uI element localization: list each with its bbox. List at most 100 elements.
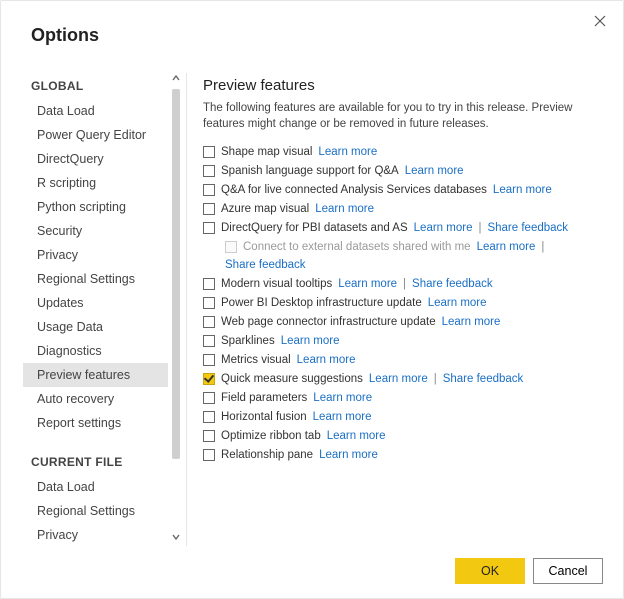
feature-row-modern-tooltips: Modern visual tooltips Learn more | Share f… xyxy=(203,274,605,293)
share-feedback-link[interactable]: Share feedback xyxy=(443,373,524,385)
checkbox-connect-external xyxy=(225,241,237,253)
cancel-button[interactable]: Cancel xyxy=(533,558,603,584)
ok-button[interactable]: OK xyxy=(455,558,525,584)
learn-more-link[interactable]: Learn more xyxy=(313,392,372,404)
checkbox-dq-pbi-as[interactable] xyxy=(203,222,215,234)
feature-label: DirectQuery for PBI datasets and AS xyxy=(221,222,408,234)
share-feedback-link[interactable]: Share feedback xyxy=(487,222,568,234)
sidebar-scrollbar[interactable] xyxy=(170,73,182,546)
feature-row-web-page-connector: Web page connector infrastructure update… xyxy=(203,312,605,331)
feature-row-spanish-qa: Spanish language support for Q&A Learn mo… xyxy=(203,161,605,180)
learn-more-link[interactable]: Learn more xyxy=(327,430,386,442)
content-panel: Preview features The following features … xyxy=(187,73,609,546)
feature-label: Sparklines xyxy=(221,335,275,347)
feature-row-metrics-visual: Metrics visualLearn more xyxy=(203,350,605,369)
feature-row-quick-measure: Quick measure suggestions Learn more | Shar… xyxy=(203,369,605,388)
learn-more-link[interactable]: Learn more xyxy=(319,449,378,461)
learn-more-link[interactable]: Learn more xyxy=(405,165,464,177)
checkbox-field-parameters[interactable] xyxy=(203,392,215,404)
checkbox-azure-map[interactable] xyxy=(203,203,215,215)
close-icon xyxy=(594,15,606,27)
learn-more-link[interactable]: Learn more xyxy=(338,278,397,290)
sidebar-item-regional-settings[interactable]: Regional Settings xyxy=(23,267,168,291)
learn-more-link[interactable]: Learn more xyxy=(315,203,374,215)
dialog-body: GLOBALData LoadPower Query EditorDirectQ… xyxy=(23,73,609,546)
feature-label: Relationship pane xyxy=(221,449,313,461)
separator: | xyxy=(478,222,481,234)
sidebar-group-header-global: GLOBAL xyxy=(23,73,168,99)
sidebar-group-header-current-file: CURRENT FILE xyxy=(23,449,168,475)
feature-label: Quick measure suggestions xyxy=(221,373,363,385)
sidebar-item-cf-data-load[interactable]: Data Load xyxy=(23,475,168,499)
panel-title: Preview features xyxy=(203,77,605,94)
close-button[interactable] xyxy=(591,13,609,31)
checkbox-spanish-qa[interactable] xyxy=(203,165,215,177)
learn-more-link[interactable]: Learn more xyxy=(477,241,536,253)
feature-row-dq-pbi-as: DirectQuery for PBI datasets and AS Learn… xyxy=(203,218,605,237)
sidebar-item-report-settings[interactable]: Report settings xyxy=(23,411,168,435)
feature-row-connect-external: Connect to external datasets shared with… xyxy=(203,237,605,274)
feature-row-field-parameters: Field parametersLearn more xyxy=(203,388,605,407)
feature-label: Spanish language support for Q&A xyxy=(221,165,399,177)
checkbox-web-page-connector[interactable] xyxy=(203,316,215,328)
learn-more-link[interactable]: Learn more xyxy=(442,316,501,328)
learn-more-link[interactable]: Learn more xyxy=(281,335,340,347)
sidebar-item-diagnostics[interactable]: Diagnostics xyxy=(23,339,168,363)
scroll-down-icon[interactable] xyxy=(170,532,182,546)
share-feedback-link[interactable]: Share feedback xyxy=(412,278,493,290)
checkbox-horizontal-fusion[interactable] xyxy=(203,411,215,423)
learn-more-link[interactable]: Learn more xyxy=(428,297,487,309)
options-dialog: Options GLOBALData LoadPower Query Edito… xyxy=(0,0,624,599)
feature-label: Q&A for live connected Analysis Services… xyxy=(221,184,487,196)
checkbox-modern-tooltips[interactable] xyxy=(203,278,215,290)
feature-label: Web page connector infrastructure update xyxy=(221,316,436,328)
checkbox-metrics-visual[interactable] xyxy=(203,354,215,366)
share-feedback-link[interactable]: Share feedback xyxy=(225,259,306,271)
checkbox-optimize-ribbon[interactable] xyxy=(203,430,215,442)
sidebar-item-auto-recovery[interactable]: Auto recovery xyxy=(23,387,168,411)
learn-more-link[interactable]: Learn more xyxy=(414,222,473,234)
learn-more-link[interactable]: Learn more xyxy=(313,411,372,423)
feature-label: Horizontal fusion xyxy=(221,411,307,423)
sidebar-item-r-scripting[interactable]: R scripting xyxy=(23,171,168,195)
feature-label: Modern visual tooltips xyxy=(221,278,332,290)
feature-row-azure-map: Azure map visualLearn more xyxy=(203,199,605,218)
learn-more-link[interactable]: Learn more xyxy=(493,184,552,196)
checkbox-pbi-desktop-infra[interactable] xyxy=(203,297,215,309)
sidebar-item-directquery[interactable]: DirectQuery xyxy=(23,147,168,171)
sidebar-item-updates[interactable]: Updates xyxy=(23,291,168,315)
sidebar-item-power-query-editor[interactable]: Power Query Editor xyxy=(23,123,168,147)
scroll-thumb[interactable] xyxy=(172,89,180,459)
checkbox-shape-map[interactable] xyxy=(203,146,215,158)
feature-row-optimize-ribbon: Optimize ribbon tab Learn more xyxy=(203,426,605,445)
scroll-up-icon[interactable] xyxy=(170,73,182,87)
feature-row-horizontal-fusion: Horizontal fusion Learn more xyxy=(203,407,605,426)
learn-more-link[interactable]: Learn more xyxy=(369,373,428,385)
sidebar-item-cf-privacy[interactable]: Privacy xyxy=(23,523,168,546)
feature-row-pbi-desktop-infra: Power BI Desktop infrastructure update Le… xyxy=(203,293,605,312)
sidebar-item-python-scripting[interactable]: Python scripting xyxy=(23,195,168,219)
dialog-footer: OK Cancel xyxy=(455,558,603,584)
learn-more-link[interactable]: Learn more xyxy=(297,354,356,366)
sidebar-item-security[interactable]: Security xyxy=(23,219,168,243)
separator: | xyxy=(434,373,437,385)
sidebar-item-usage-data[interactable]: Usage Data xyxy=(23,315,168,339)
checkbox-quick-measure[interactable] xyxy=(203,373,215,385)
feature-row-qa-live-as: Q&A for live connected Analysis Services… xyxy=(203,180,605,199)
feature-row-shape-map: Shape map visualLearn more xyxy=(203,142,605,161)
sidebar: GLOBALData LoadPower Query EditorDirectQ… xyxy=(23,73,187,546)
feature-label: Optimize ribbon tab xyxy=(221,430,321,442)
dialog-title: Options xyxy=(31,25,99,46)
separator: | xyxy=(403,278,406,290)
sidebar-item-data-load[interactable]: Data Load xyxy=(23,99,168,123)
sidebar-item-preview-features[interactable]: Preview features xyxy=(23,363,168,387)
learn-more-link[interactable]: Learn more xyxy=(318,146,377,158)
feature-label: Connect to external datasets shared with… xyxy=(243,241,471,253)
sidebar-item-cf-regional-settings[interactable]: Regional Settings xyxy=(23,499,168,523)
separator: | xyxy=(541,241,544,253)
feature-label: Power BI Desktop infrastructure update xyxy=(221,297,422,309)
sidebar-item-privacy[interactable]: Privacy xyxy=(23,243,168,267)
checkbox-qa-live-as[interactable] xyxy=(203,184,215,196)
checkbox-relationship-pane[interactable] xyxy=(203,449,215,461)
checkbox-sparklines[interactable] xyxy=(203,335,215,347)
